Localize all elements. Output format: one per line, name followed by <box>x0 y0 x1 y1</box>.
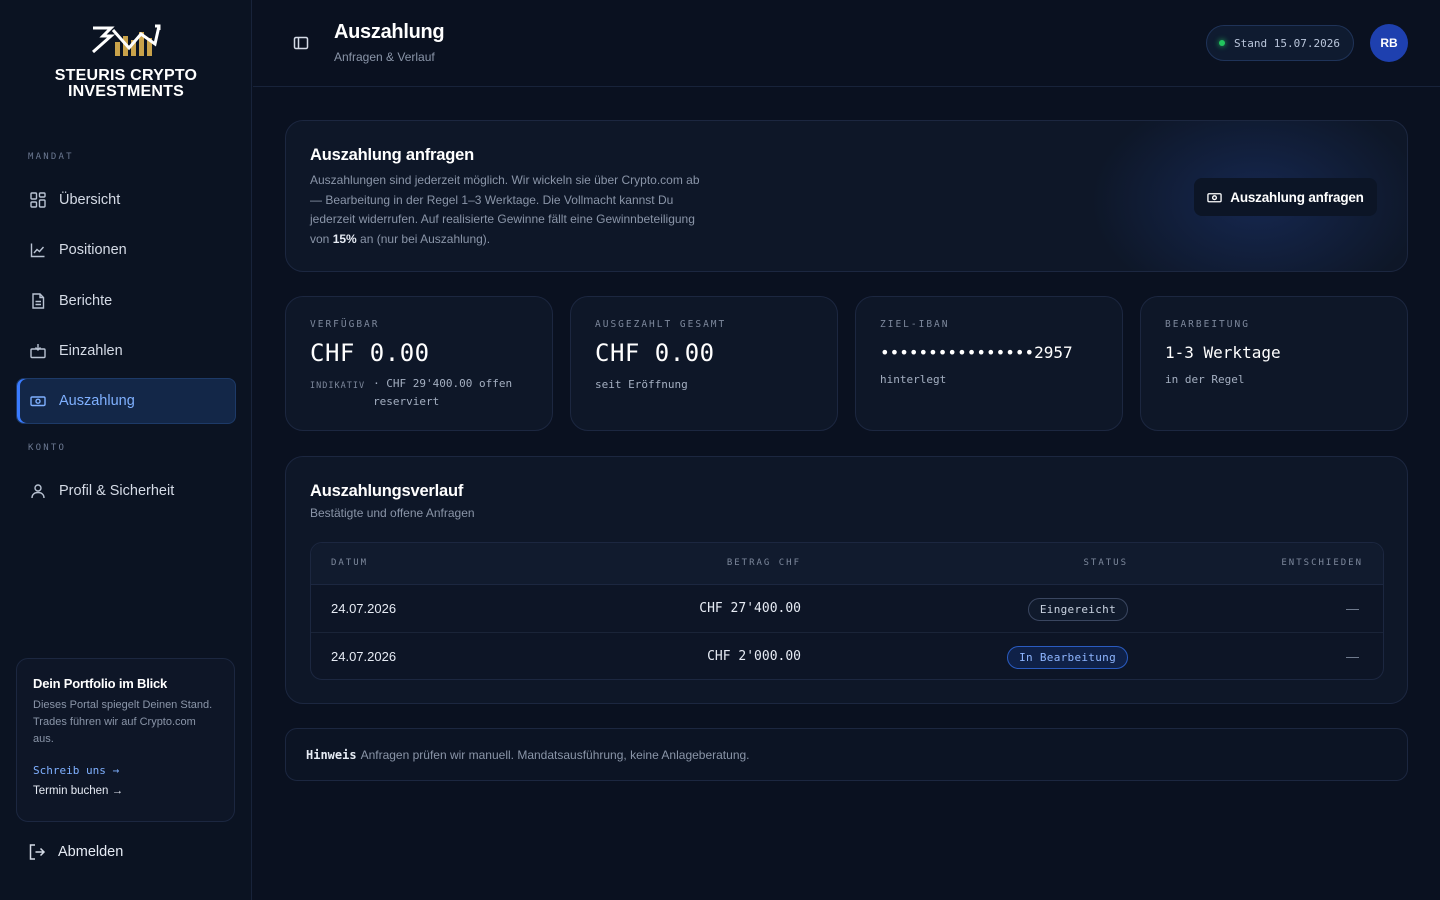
column-header-date[interactable]: DATUM <box>331 558 368 568</box>
banknote-icon <box>29 392 47 410</box>
top-header: Auszahlung Anfragen & Verlauf Stand 15.0… <box>253 0 1440 87</box>
logout-icon <box>28 843 46 861</box>
section-label-mandat: MANDAT <box>28 152 74 162</box>
banknote-icon <box>1207 190 1222 205</box>
row-decided: — <box>1346 649 1359 664</box>
table-row[interactable]: 24.07.2026 CHF 27'400.00 Eingereicht — <box>311 585 1383 633</box>
status-badge: In Bearbeitung <box>1007 646 1128 669</box>
history-table: DATUM BETRAG CHF STATUS ENTSCHIEDEN 24.0… <box>310 542 1384 680</box>
brand-name-line2: INVESTMENTS <box>68 83 184 100</box>
status-badge: Stand 15.07.2026 <box>1206 25 1354 61</box>
stat-sub: in der Regel <box>1165 373 1245 386</box>
page-title: Auszahlung <box>334 21 445 43</box>
stat-processing: BEARBEITUNG 1-3 Werktage in der Regel <box>1140 296 1408 431</box>
logo-icon <box>92 24 161 56</box>
status-dot-icon <box>1219 40 1225 46</box>
stat-label: VERFÜGBAR <box>310 319 380 330</box>
sidebar-item-label: Berichte <box>59 293 113 309</box>
document-icon <box>29 292 47 310</box>
table-row[interactable]: 24.07.2026 CHF 2'000.00 In Bearbeitung — <box>311 633 1383 679</box>
section-label-konto: KONTO <box>28 443 67 453</box>
stat-target-iban: ZIEL-IBAN ••••••••••••••••2957 hinterleg… <box>855 296 1123 431</box>
promo-card: Dein Portfolio im Blick Dieses Portal sp… <box>16 658 235 822</box>
stat-value: CHF 0.00 <box>595 339 715 367</box>
contact-link[interactable]: Schreib uns → <box>33 764 218 777</box>
sidebar-item-label: Auszahlung <box>59 393 135 409</box>
sidebar-item-uebersicht[interactable]: Übersicht <box>16 177 236 223</box>
request-card: Auszahlung anfragen Auszahlungen sind je… <box>285 120 1408 272</box>
sidebar-item-einzahlen[interactable]: Einzahlen <box>16 328 236 374</box>
history-title: Auszahlungsverlauf <box>310 482 464 500</box>
stat-value: 1-3 Werktage <box>1165 343 1281 362</box>
logout-label: Abmelden <box>58 844 124 860</box>
stat-paid-total: AUSGEZAHLT GESAMT CHF 0.00 seit Eröffnun… <box>570 296 838 431</box>
stat-value: CHF 0.00 <box>310 339 430 367</box>
indicative-tag: INDIKATIV <box>310 381 366 391</box>
brand-logo[interactable]: STEURIS CRYPTO INVESTMENTS <box>0 22 252 100</box>
request-payout-button[interactable]: Auszahlung anfragen <box>1194 178 1377 216</box>
stat-label: ZIEL-IBAN <box>880 319 950 330</box>
fee-percentage: 15% <box>332 231 357 246</box>
brand-name-line1: STEURIS CRYPTO <box>54 67 198 84</box>
sidebar-item-positionen[interactable]: Positionen <box>16 227 236 273</box>
row-date: 24.07.2026 <box>331 649 397 664</box>
column-header-status[interactable]: STATUS <box>1083 558 1128 568</box>
stat-sub: seit Eröffnung <box>595 378 688 391</box>
grid-icon <box>29 191 47 209</box>
iban-value: ••••••••••••••••2957 <box>880 343 1073 362</box>
sidebar-toggle-icon[interactable] <box>293 35 309 56</box>
stat-label: AUSGEZAHLT GESAMT <box>595 319 727 330</box>
promo-text: Dieses Portal spiegelt Deinen Stand. Tra… <box>33 699 213 745</box>
status-date: Stand 15.07.2026 <box>1234 36 1340 50</box>
sidebar-item-berichte[interactable]: Berichte <box>16 278 236 324</box>
row-amount: CHF 2'000.00 <box>707 649 801 664</box>
notice-text: Anfragen prüfen wir manuell. Mandatsausf… <box>360 747 750 762</box>
row-date: 24.07.2026 <box>331 601 397 616</box>
request-title: Auszahlung anfragen <box>310 146 474 164</box>
avatar[interactable]: RB <box>1370 24 1408 62</box>
row-amount: CHF 27'400.00 <box>699 601 801 616</box>
history-card: Auszahlungsverlauf Bestätigte und offene… <box>285 456 1408 704</box>
notice-label: Hinweis <box>306 747 357 762</box>
sidebar-item-label: Übersicht <box>59 192 121 208</box>
sidebar-item-label: Profil & Sicherheit <box>59 483 175 499</box>
sidebar-item-profil[interactable]: Profil & Sicherheit <box>16 468 236 514</box>
history-subtitle: Bestätigte und offene Anfragen <box>310 506 475 520</box>
stat-available: VERFÜGBAR CHF 0.00 INDIKATIV · CHF 29'40… <box>285 296 553 431</box>
promo-title: Dein Portfolio im Blick <box>33 676 168 691</box>
logout-button[interactable]: Abmelden <box>28 843 123 861</box>
table-header: DATUM BETRAG CHF STATUS ENTSCHIEDEN <box>311 543 1383 585</box>
deposit-icon <box>29 342 47 360</box>
sidebar-item-auszahlung[interactable]: Auszahlung <box>16 378 236 424</box>
book-appointment-link[interactable]: Termin buchen → <box>33 785 218 797</box>
request-description: Auszahlungen sind jederzeit möglich. Wir… <box>310 173 700 246</box>
user-icon <box>29 482 47 500</box>
row-decided: — <box>1346 601 1359 616</box>
chart-icon <box>29 241 47 259</box>
status-badge: Eingereicht <box>1027 598 1128 621</box>
notice-bar: Hinweis Anfragen prüfen wir manuell. Man… <box>285 728 1408 781</box>
column-header-decided[interactable]: ENTSCHIEDEN <box>1281 558 1363 568</box>
sidebar-item-label: Positionen <box>59 242 127 258</box>
stat-sub: hinterlegt <box>880 373 947 386</box>
reserved-note: · CHF 29'400.00 offen reserviert <box>373 377 513 408</box>
stat-label: BEARBEITUNG <box>1165 319 1250 330</box>
page-subtitle: Anfragen & Verlauf <box>334 50 435 64</box>
column-header-amount[interactable]: BETRAG CHF <box>727 558 801 568</box>
sidebar-item-label: Einzahlen <box>59 343 123 359</box>
request-payout-label: Auszahlung anfragen <box>1230 189 1364 205</box>
sidebar: STEURIS CRYPTO INVESTMENTS MANDAT Übersi… <box>0 0 252 900</box>
